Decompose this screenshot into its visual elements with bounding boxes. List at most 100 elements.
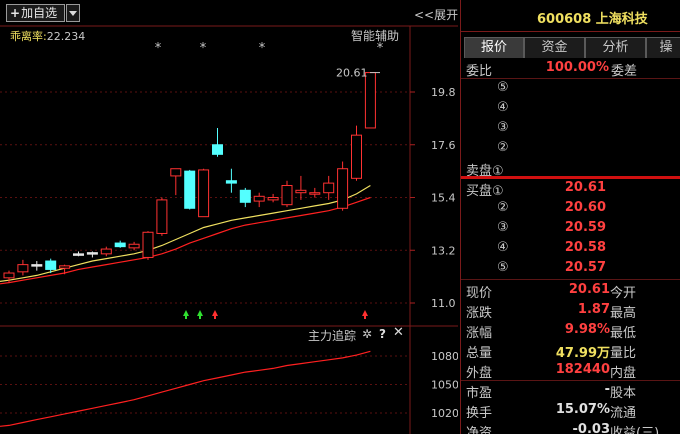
smart-assist-button[interactable]: 智能辅助 [351, 27, 399, 44]
buy-level-5: ⑤ 20.57 [461, 258, 680, 278]
sell-3-label: ③ [497, 120, 509, 135]
kline-chart-area[interactable]: 19.8 17.6 15.4 13.2 11.0 1080 1050 1020 20.61 * * *… [0, 0, 458, 434]
share-capital-label: 股本 [610, 386, 637, 401]
tab-analysis[interactable]: 分析 [585, 37, 646, 58]
turnover-label: 换手 [466, 406, 493, 421]
close-icon[interactable]: ✕ [393, 325, 404, 340]
candle-body [337, 168, 349, 209]
turnover-value: 15.07% [555, 402, 610, 417]
weibi-row: 委比 100.00% 委差 [461, 58, 680, 79]
open-label: 今开 [610, 286, 637, 301]
candle-body [239, 189, 251, 203]
nav-label: 净资 [466, 426, 493, 434]
stat-row-pe: 市盈 - 股本 [461, 380, 680, 401]
quote-panel: 600608 上海科技 报价 资金 分析 操 委比 100.00% 委差 ⑤ ④… [460, 0, 680, 434]
main-force-tracking-title[interactable]: 主力追踪 [308, 327, 356, 344]
candle-body [225, 180, 237, 184]
signal-arrow-icon [183, 310, 189, 319]
candle-body [364, 72, 376, 129]
outer-label: 外盘 [466, 366, 493, 381]
sell-level-2: ② [461, 138, 680, 158]
y-tick-label: 15.4 [431, 192, 456, 205]
pct-label: 涨幅 [466, 326, 493, 341]
candle-body [267, 197, 279, 201]
inner-label: 内盘 [610, 366, 637, 381]
buy-3-label: ③ [497, 220, 509, 235]
expand-button[interactable]: <<展开 [414, 6, 458, 23]
sell-level-5: ⑤ [461, 78, 680, 98]
candle-body [3, 272, 15, 279]
watchlist-dropdown-button[interactable] [66, 4, 80, 22]
buy-2-label: ② [497, 200, 509, 215]
stat-row-turnover: 换手 15.07% 流通 [461, 400, 680, 421]
stat-row-price: 现价 20.61 今开 [461, 280, 680, 301]
stat-row-pct: 涨幅 9.98% 最低 [461, 320, 680, 341]
candle-body [253, 195, 265, 202]
signal-arrow-icon [212, 310, 218, 319]
y-tick-label: 13.2 [431, 244, 456, 257]
buy-2-price: 20.60 [564, 200, 606, 215]
candle-body [281, 185, 293, 206]
candle-body [184, 170, 196, 209]
candle-body [198, 169, 210, 218]
buy-3-price: 20.59 [564, 220, 606, 235]
buy-level-4: ④ 20.58 [461, 238, 680, 258]
quote-tabs: 报价 资金 分析 操 [461, 37, 680, 58]
buy-1-label: 买盘① [466, 184, 504, 199]
buy-5-label: ⑤ [497, 260, 509, 275]
sub-y-tick-label: 1020 [431, 407, 458, 420]
candle-body [323, 182, 335, 194]
sell-level-3: ③ [461, 118, 680, 138]
buy-1-price: 20.61 [564, 180, 606, 195]
weibi-value: 100.00% [545, 60, 609, 75]
bias-label: 乖离率: [10, 30, 47, 43]
weibi-label: 委比 [466, 64, 493, 79]
chevron-down-icon [69, 11, 77, 16]
float-label: 流通 [610, 406, 637, 421]
stock-name: 600608 上海科技 [537, 12, 648, 27]
signal-arrow-icon [197, 310, 203, 319]
star-marker: * [259, 41, 266, 56]
add-watchlist-button[interactable]: +加自选 [6, 4, 65, 22]
candle-body [295, 189, 307, 194]
low-label: 最低 [610, 326, 637, 341]
outer-value: 182440 [555, 362, 610, 377]
change-label: 涨跌 [466, 306, 493, 321]
weicha-label: 委差 [611, 64, 638, 79]
y-tick-label: 11.0 [431, 297, 456, 310]
help-icon[interactable]: ? [379, 327, 386, 341]
buy-level-2: ② 20.60 [461, 198, 680, 218]
eps-label: 收益(三) [610, 426, 660, 434]
star-marker: * [200, 41, 207, 56]
tab-funds[interactable]: 资金 [524, 37, 585, 58]
buy-level-3: ③ 20.59 [461, 218, 680, 238]
candle-body [156, 199, 168, 234]
tab-operate[interactable]: 操 [646, 37, 680, 58]
candle-body [31, 264, 43, 267]
change-value: 1.87 [577, 302, 610, 317]
sub-y-tick-label: 1050 [431, 379, 458, 392]
kline-chart[interactable]: 19.8 17.6 15.4 13.2 11.0 1080 1050 1020 20.61 * * *… [0, 0, 458, 434]
signal-arrow-icon [362, 310, 368, 319]
volume-label: 总量 [466, 346, 493, 361]
candle-body [45, 260, 57, 270]
bias-indicator: 乖离率:22.234 [10, 28, 85, 44]
stat-row-outer: 外盘 182440 内盘 [461, 360, 680, 381]
gear-icon[interactable]: ✲ [362, 327, 372, 341]
candle-body [100, 248, 112, 255]
stat-row-nav: 净资 -0.03 收益(三) [461, 420, 680, 434]
candle-body [309, 192, 321, 195]
tab-quote[interactable]: 报价 [464, 37, 524, 58]
candle-body [17, 264, 29, 273]
sell-level-4: ④ [461, 98, 680, 118]
star-marker: * [155, 41, 162, 56]
chart-toolbar: +加自选 <<展开 [0, 0, 458, 26]
sub-y-tick-label: 1080 [431, 350, 458, 363]
price-label: 现价 [466, 286, 493, 301]
buy-4-label: ④ [497, 240, 509, 255]
high-label: 最高 [610, 306, 637, 321]
bias-value: 22.234 [46, 30, 86, 43]
stat-row-volume: 总量 47.99万 量比 [461, 340, 680, 361]
sell-level-1: 卖盘① [461, 158, 680, 179]
sell-5-label: ⑤ [497, 80, 509, 95]
